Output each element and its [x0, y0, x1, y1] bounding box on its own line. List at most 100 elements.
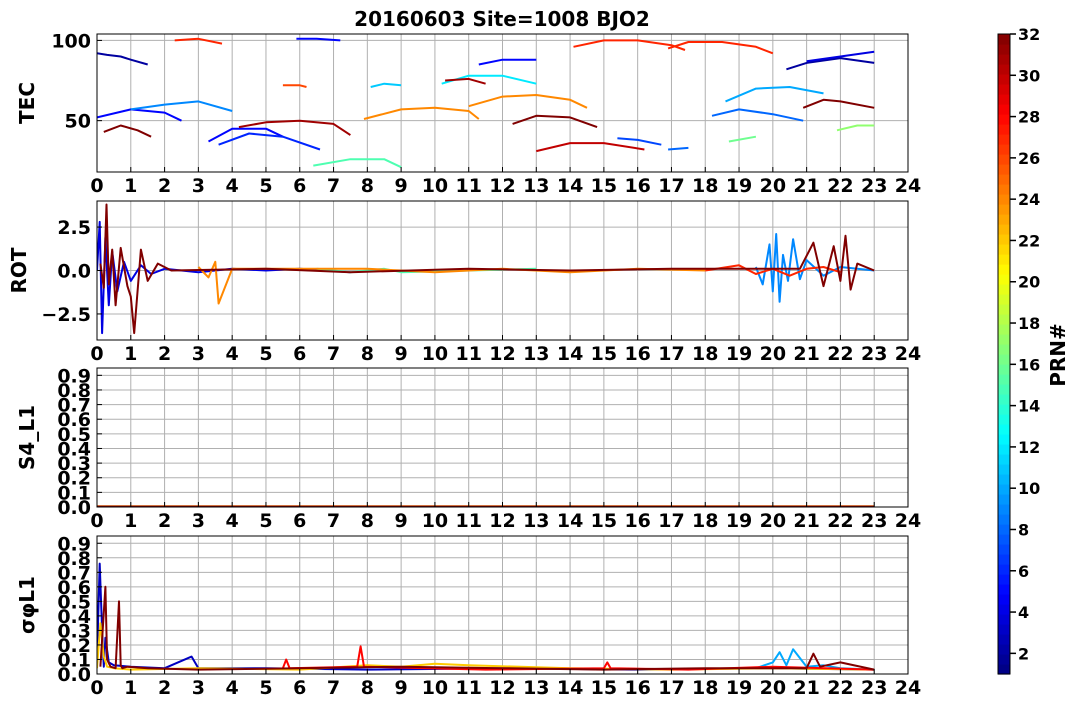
- x-tick-label: 21: [793, 510, 819, 532]
- colorbar-segment: [998, 284, 1010, 295]
- x-tick-label: 5: [259, 510, 272, 532]
- colorbar-tick-label: 30: [1018, 66, 1040, 85]
- x-tick-label: 11: [455, 677, 481, 699]
- colorbar-segment: [998, 184, 1010, 195]
- x-tick-label: 13: [523, 343, 549, 365]
- x-tick-label: 13: [523, 175, 549, 197]
- x-tick-label: 17: [658, 343, 684, 365]
- x-tick-label: 18: [692, 175, 718, 197]
- x-tick-label: 22: [827, 677, 853, 699]
- colorbar-segment: [998, 664, 1010, 675]
- x-tick-label: 6: [293, 677, 306, 699]
- colorbar-segment: [998, 74, 1010, 85]
- colorbar-segment: [998, 174, 1010, 185]
- x-tick-label: 3: [192, 175, 205, 197]
- x-tick-label: 23: [861, 677, 887, 699]
- colorbar-segment: [998, 304, 1010, 315]
- colorbar-tick-label: 12: [1018, 438, 1040, 457]
- x-tick-label: 4: [226, 175, 239, 197]
- x-tick-label: 4: [226, 677, 239, 699]
- colorbar-segment: [998, 194, 1010, 205]
- y-tick-label: 0.9: [57, 533, 91, 555]
- x-tick-label: 18: [692, 510, 718, 532]
- x-tick-label: 5: [259, 343, 272, 365]
- x-tick-label: 19: [726, 677, 752, 699]
- x-tick-label: 16: [624, 343, 650, 365]
- x-tick-label: 14: [557, 175, 583, 197]
- x-tick-label: 20: [760, 677, 786, 699]
- x-tick-label: 14: [557, 510, 583, 532]
- x-tick-label: 22: [827, 510, 853, 532]
- x-tick-label: 12: [489, 677, 515, 699]
- colorbar-segment: [998, 274, 1010, 285]
- y-axis-label-rot: ROT: [7, 247, 31, 293]
- colorbar-segment: [998, 434, 1010, 445]
- series-line-prn-2: [97, 52, 148, 66]
- colorbar-segment: [998, 564, 1010, 575]
- x-tick-label: 20: [760, 343, 786, 365]
- x-tick-label: 19: [726, 510, 752, 532]
- colorbar-segment: [998, 244, 1010, 255]
- x-tick-label: 7: [327, 175, 340, 197]
- chart-title: 20160603 Site=1008 BJO2: [354, 7, 650, 31]
- x-tick-label: 2: [158, 175, 171, 197]
- series-line-prn-26: [282, 84, 307, 88]
- x-tick-label: 2: [158, 343, 171, 365]
- colorbar-segment: [998, 584, 1010, 595]
- colorbar-segment: [998, 604, 1010, 615]
- colorbar-tick-label: 24: [1018, 190, 1040, 209]
- x-tick-label: 12: [489, 343, 515, 365]
- colorbar-segment: [998, 164, 1010, 175]
- x-tick-label: 16: [624, 510, 650, 532]
- panel-4: 0 1 2 3 4 5 6 7 8 9 10 11 12 13 14 15 16 17 18 19 20 21 22 23 24…: [15, 533, 921, 699]
- colorbar: 2468101214161820222426283032: [997, 25, 1040, 675]
- series-line-prn-6: [218, 132, 321, 151]
- colorbar-tick-label: 18: [1018, 314, 1040, 333]
- series-line-prn-32: [802, 98, 875, 109]
- x-tick-label: 23: [861, 510, 887, 532]
- colorbar-segment: [998, 264, 1010, 275]
- x-tick-label: 10: [422, 343, 448, 365]
- x-tick-label: 24: [895, 677, 921, 699]
- y-tick-label: 0.0: [57, 261, 91, 283]
- x-tick-label: 9: [395, 510, 408, 532]
- x-tick-label: 19: [726, 343, 752, 365]
- colorbar-tick-label: 4: [1018, 603, 1029, 622]
- colorbar-tick-label: 20: [1018, 273, 1040, 292]
- x-tick-label: 10: [422, 510, 448, 532]
- x-tick-label: 2: [158, 677, 171, 699]
- colorbar-segment: [998, 574, 1010, 585]
- series-line-prn-9: [130, 100, 233, 112]
- colorbar-tick-label: 28: [1018, 108, 1040, 127]
- colorbar-segment: [998, 414, 1010, 425]
- colorbar-segment: [998, 154, 1010, 165]
- x-tick-label: 12: [489, 175, 515, 197]
- series-line-prn-10: [725, 86, 824, 103]
- x-tick-label: 21: [793, 175, 819, 197]
- panel-3: 0 1 2 3 4 5 6 7 8 9 10 11 12 13 14 15 16 17 18 19 20 21 22 23 24…: [15, 365, 921, 532]
- series-line-prn-16: [728, 135, 757, 143]
- series-line-prn-30: [536, 142, 645, 153]
- x-tick-label: 21: [793, 343, 819, 365]
- colorbar-segment: [998, 64, 1010, 75]
- colorbar-segment: [998, 524, 1010, 535]
- colorbar-tick-label: 32: [1018, 25, 1040, 44]
- x-tick-label: 8: [361, 175, 374, 197]
- x-tick-label: 11: [455, 175, 481, 197]
- x-tick-label: 11: [455, 510, 481, 532]
- colorbar-segment: [998, 314, 1010, 325]
- series-line-prn-17: [836, 124, 875, 132]
- series-line-prn-2: [786, 57, 875, 71]
- series-line-prn-24: [363, 106, 480, 120]
- colorbar-segment: [998, 374, 1010, 385]
- colorbar-segment: [998, 404, 1010, 415]
- x-tick-label: 13: [523, 510, 549, 532]
- x-tick-label: 10: [422, 677, 448, 699]
- x-tick-label: 6: [293, 343, 306, 365]
- colorbar-label: PRN#: [1046, 323, 1070, 387]
- colorbar-segment: [998, 544, 1010, 555]
- x-tick-label: 17: [658, 677, 684, 699]
- x-tick-label: 18: [692, 343, 718, 365]
- x-tick-label: 0: [90, 343, 103, 365]
- x-tick-label: 1: [124, 175, 137, 197]
